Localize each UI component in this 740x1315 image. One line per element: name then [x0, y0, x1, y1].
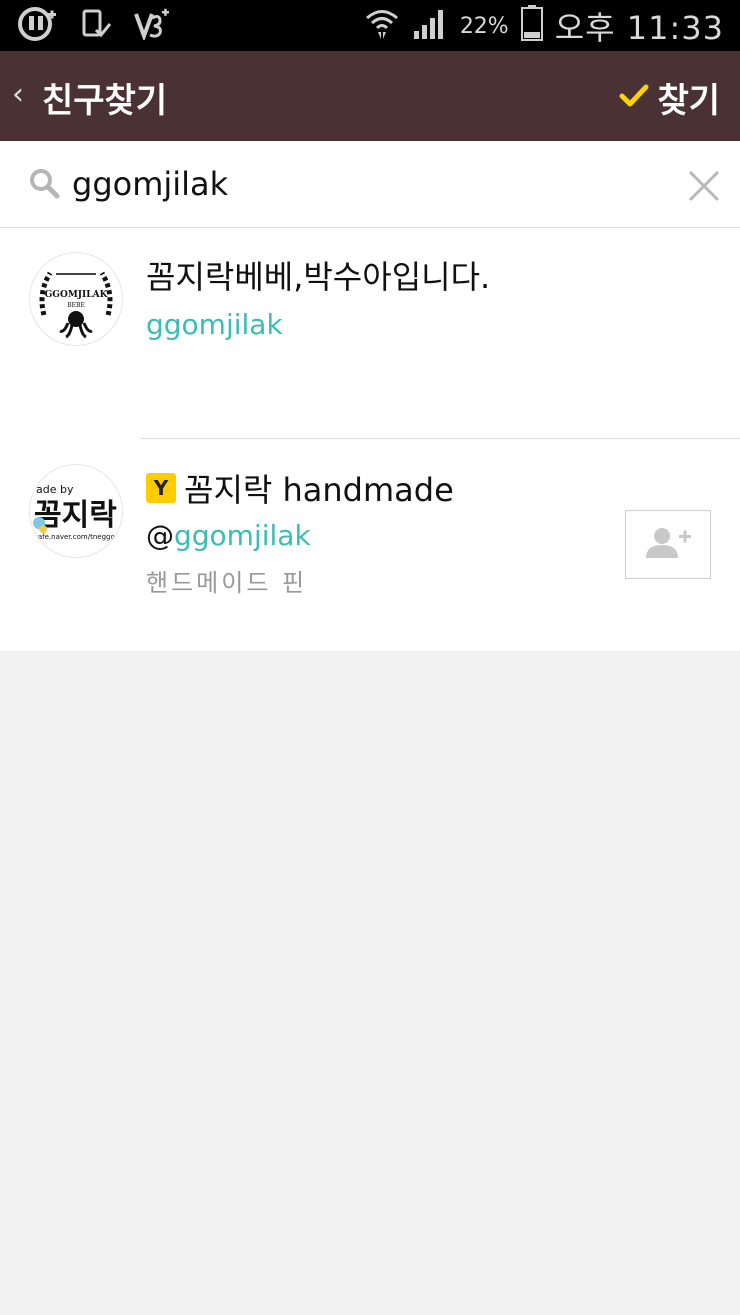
clear-icon[interactable] [686, 168, 722, 208]
avatar: GGOMJILAK BEBE [29, 252, 123, 346]
v3-icon [134, 8, 170, 44]
friend-name-line: Y 꼼지락 handmade [146, 465, 454, 511]
friend-id-line: @ggomjilak [146, 519, 311, 552]
friend-name: 꼼지락 handmade [184, 471, 454, 509]
search-input[interactable] [72, 159, 632, 209]
find-button-label: 찾기 [657, 81, 720, 121]
device-check-icon [80, 8, 112, 44]
search-results: GGOMJILAK BEBE 꼼지락베베,박수아입니다. ggomjilak a… [0, 228, 740, 651]
avatar-subtext: BEBE [67, 302, 85, 309]
avatar-text: GGOMJILAK [45, 290, 109, 300]
status-bar: 22% 오후 11:33 [0, 0, 740, 51]
page-title: 친구찾기 [42, 81, 168, 121]
friend-name: 꼼지락베베,박수아입니다. [146, 258, 491, 296]
check-icon [619, 83, 649, 113]
app-header: ‹ 친구찾기 찾기 [0, 51, 740, 141]
signal-icon [412, 7, 448, 45]
uplus-icon [18, 7, 58, 45]
yellow-id-badge-icon: Y [146, 473, 176, 503]
find-button[interactable]: 찾기 [619, 73, 720, 122]
search-bar [0, 141, 740, 228]
friend-id: ggomjilak [174, 519, 311, 552]
wifi-icon [364, 5, 400, 47]
add-friend-icon [644, 526, 692, 564]
list-item[interactable]: ade by 꼼지락 cafe.naver.com/tneggo Y 꼼지락 ha… [0, 439, 740, 651]
clock: 오후 11:33 [554, 9, 724, 47]
add-friend-button[interactable] [625, 510, 711, 579]
avatar-bottom-text: cafe.naver.com/tneggo [34, 533, 115, 541]
friend-description: 핸드메이드 핀 [146, 569, 308, 597]
battery-percent: 22% [459, 13, 509, 39]
friend-id: ggomjilak [146, 308, 283, 341]
search-icon [28, 167, 60, 203]
avatar: ade by 꼼지락 cafe.naver.com/tneggo [29, 464, 123, 558]
avatar-top-text: ade by [36, 483, 74, 496]
battery-icon [520, 5, 543, 47]
back-icon[interactable]: ‹ [12, 77, 24, 112]
id-prefix: @ [146, 519, 174, 552]
list-item[interactable]: GGOMJILAK BEBE 꼼지락베베,박수아입니다. ggomjilak [0, 228, 740, 438]
